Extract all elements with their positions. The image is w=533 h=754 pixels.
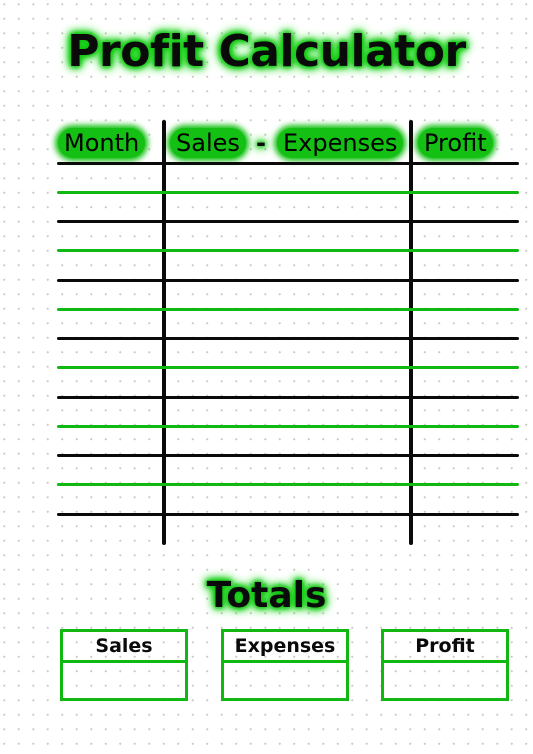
header-profit: Profit: [418, 128, 493, 158]
row-line: [57, 279, 519, 282]
totals-expenses-label: Expenses: [224, 632, 346, 663]
header-expenses: Expenses: [277, 128, 404, 158]
header-sales: Sales: [170, 128, 246, 158]
totals-box-sales: Sales: [60, 629, 188, 701]
header-minus-label: -: [256, 129, 266, 157]
header-month: Month: [58, 128, 146, 158]
row-line: [57, 483, 519, 486]
row-line: [57, 308, 519, 311]
header-profit-label: Profit: [424, 129, 487, 157]
row-line: [57, 366, 519, 369]
totals-heading: Totals: [206, 575, 327, 616]
totals-expenses-value[interactable]: [224, 663, 346, 701]
row-line: [57, 454, 519, 457]
row-line: [57, 249, 519, 252]
row-line: [57, 191, 519, 194]
row-line: [57, 337, 519, 340]
header-minus: -: [250, 128, 272, 158]
header-expenses-label: Expenses: [283, 129, 398, 157]
row-line: [57, 162, 519, 165]
totals-profit-label: Profit: [384, 632, 506, 663]
page-title: Profit Calculator: [67, 26, 466, 77]
row-line: [57, 513, 519, 516]
row-line: [57, 425, 519, 428]
header-sales-label: Sales: [176, 129, 240, 157]
totals-box-profit: Profit: [381, 629, 509, 701]
column-divider-1: [162, 120, 166, 545]
totals-sales-label: Sales: [63, 632, 185, 663]
header-month-label: Month: [64, 129, 140, 157]
totals-sales-value[interactable]: [63, 663, 185, 701]
totals-box-expenses: Expenses: [221, 629, 349, 701]
column-divider-2: [409, 120, 413, 545]
totals-profit-value[interactable]: [384, 663, 506, 701]
row-line: [57, 220, 519, 223]
row-line: [57, 396, 519, 399]
